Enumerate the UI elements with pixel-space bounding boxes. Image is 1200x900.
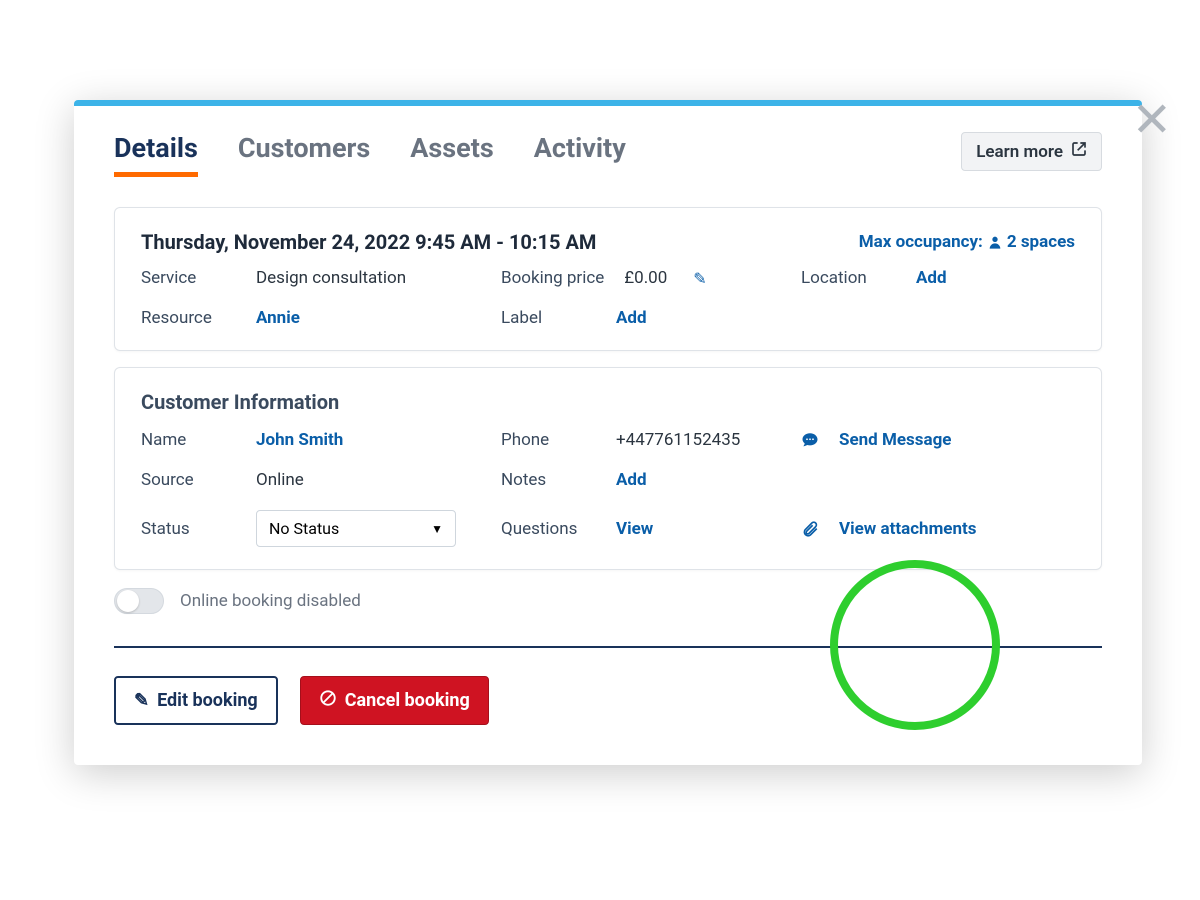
add-notes-link[interactable]: Add: [616, 470, 647, 490]
modal-body: Thursday, November 24, 2022 9:45 AM - 10…: [74, 177, 1142, 765]
notes-label: Notes: [501, 470, 596, 490]
tab-bar: Details Customers Assets Activity: [114, 132, 626, 177]
view-questions-link[interactable]: View: [616, 519, 653, 539]
phone-value: +447761152435: [616, 430, 740, 450]
add-location-link[interactable]: Add: [916, 268, 947, 288]
booking-datetime: Thursday, November 24, 2022 9:45 AM - 10…: [141, 230, 596, 254]
paperclip-icon: [801, 520, 819, 538]
booking-summary-card: Thursday, November 24, 2022 9:45 AM - 10…: [114, 207, 1102, 351]
tab-activity[interactable]: Activity: [534, 132, 626, 177]
customer-info-title: Customer Information: [141, 390, 1075, 414]
source-value: Online: [256, 470, 304, 490]
customer-name-link[interactable]: John Smith: [256, 430, 343, 450]
resource-label: Resource: [141, 308, 236, 328]
cancel-booking-button[interactable]: Cancel booking: [300, 676, 489, 725]
view-attachments-link[interactable]: View attachments: [839, 519, 977, 539]
learn-more-label: Learn more: [976, 142, 1063, 162]
toggle-knob: [117, 590, 139, 612]
divider: [114, 646, 1102, 648]
online-booking-toggle[interactable]: [114, 588, 164, 614]
person-icon: [987, 234, 1003, 250]
send-message-link[interactable]: Send Message: [839, 430, 952, 450]
label-label: Label: [501, 308, 596, 328]
edit-booking-button[interactable]: ✎ Edit booking: [114, 676, 278, 725]
online-booking-row: Online booking disabled: [114, 588, 1102, 614]
cancel-booking-label: Cancel booking: [345, 690, 470, 711]
action-buttons: ✎ Edit booking Cancel booking: [114, 676, 1102, 725]
max-occupancy-label: Max occupancy:: [859, 232, 983, 252]
location-label: Location: [801, 268, 896, 288]
tab-assets[interactable]: Assets: [410, 132, 493, 177]
resource-link[interactable]: Annie: [256, 308, 300, 328]
source-label: Source: [141, 470, 236, 490]
booking-price-label: Booking price: [501, 268, 604, 288]
edit-booking-label: Edit booking: [157, 690, 258, 711]
name-label: Name: [141, 430, 236, 450]
chevron-down-icon: ▼: [431, 522, 443, 536]
chat-icon: [801, 431, 819, 449]
status-select[interactable]: No Status ▼: [256, 510, 456, 547]
booking-price-value: £0.00: [624, 268, 667, 288]
tab-customers[interactable]: Customers: [238, 132, 370, 177]
questions-label: Questions: [501, 519, 596, 539]
max-occupancy-link[interactable]: Max occupancy: 2 spaces: [859, 232, 1075, 252]
max-occupancy-value: 2 spaces: [1007, 232, 1075, 252]
edit-price-icon[interactable]: ✎: [693, 269, 706, 288]
phone-label: Phone: [501, 430, 596, 450]
tab-details[interactable]: Details: [114, 132, 198, 177]
status-value: No Status: [269, 519, 339, 538]
service-value: Design consultation: [256, 268, 406, 288]
booking-details-modal: ✕ Details Customers Assets Activity Lear…: [74, 100, 1142, 765]
external-link-icon: [1071, 141, 1087, 162]
pencil-icon: ✎: [134, 690, 149, 711]
learn-more-button[interactable]: Learn more: [961, 132, 1102, 171]
status-label: Status: [141, 519, 236, 539]
customer-info-card: Customer Information Name John Smith Pho…: [114, 367, 1102, 570]
service-label: Service: [141, 268, 236, 288]
prohibit-icon: [319, 689, 337, 712]
add-label-link[interactable]: Add: [616, 308, 647, 328]
modal-header: Details Customers Assets Activity Learn …: [74, 106, 1142, 177]
online-booking-label: Online booking disabled: [180, 591, 361, 611]
